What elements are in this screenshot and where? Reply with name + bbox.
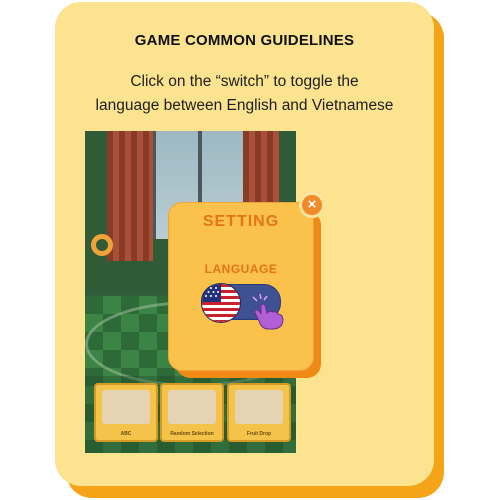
language-label: LANGUAGE <box>204 262 278 276</box>
mode-label: Fruit Drop <box>246 431 272 437</box>
dialog-title: SETTING <box>202 213 280 230</box>
card-description: Click on the “switch” to toggle the lang… <box>65 70 424 118</box>
mode-card-fruit-drop[interactable]: Fruit Drop <box>227 383 291 442</box>
mode-label: Random Selection <box>170 431 214 437</box>
us-flag-icon <box>201 283 241 323</box>
fruit-drop-image <box>235 390 283 424</box>
description-line-1: Click on the “switch” to toggle the <box>130 73 359 90</box>
abc-cards-image <box>102 390 150 424</box>
close-icon[interactable]: × <box>299 192 325 218</box>
ring-icon <box>91 234 113 256</box>
hand-pointer-icon <box>243 291 289 336</box>
curtain-left <box>107 131 153 261</box>
mode-label: ABC <box>120 431 132 437</box>
random-selection-image <box>168 390 216 424</box>
card-title: GAME COMMON GUIDELINES <box>134 32 355 49</box>
mode-card-abc[interactable]: ABC <box>94 383 158 442</box>
mode-card-random-selection[interactable]: Random Selection <box>160 383 224 442</box>
description-line-2: language between English and Vietnamese <box>95 97 394 114</box>
